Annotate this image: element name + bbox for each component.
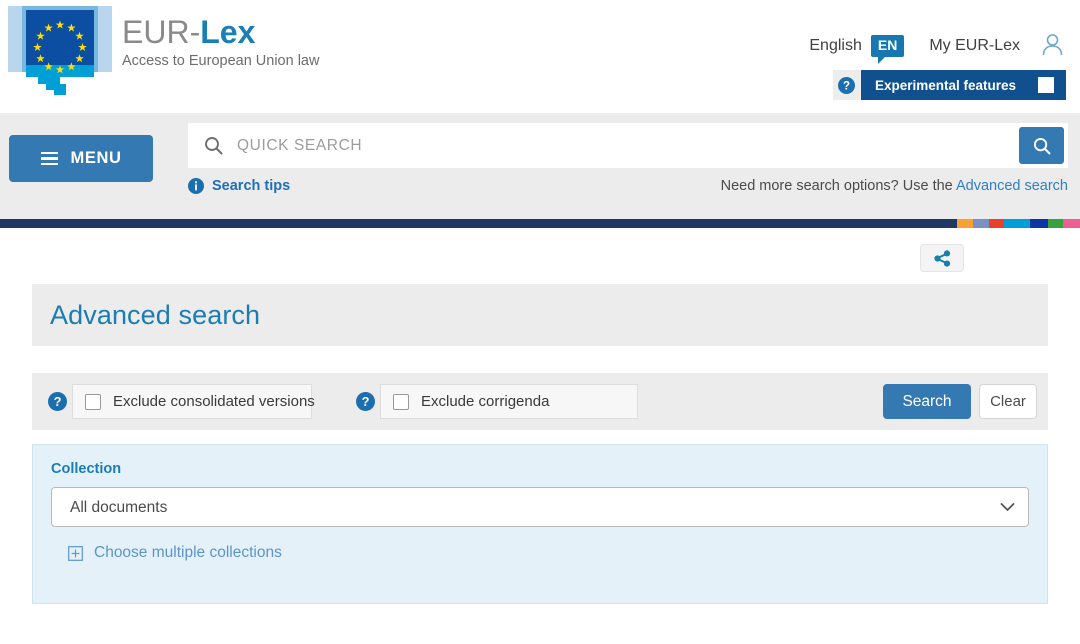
- menu-button[interactable]: MENU: [9, 135, 153, 182]
- stripe-segment-5: [1029, 219, 1049, 228]
- search-button[interactable]: Search: [883, 384, 971, 419]
- search-help-row: Search tips Need more search options? Us…: [188, 173, 1068, 199]
- eurlex-logo-link[interactable]: [8, 6, 112, 100]
- svg-text:?: ?: [361, 394, 369, 409]
- exclude-corrigenda-label: Exclude corrigenda: [421, 393, 550, 410]
- advanced-search-page: Advanced search ? Exclude consolidated v…: [0, 284, 1080, 604]
- exclude-corrigenda-help-button[interactable]: ?: [350, 384, 380, 419]
- svg-text:?: ?: [843, 80, 850, 92]
- svg-text:?: ?: [53, 394, 61, 409]
- question-mark-circle-icon: ?: [47, 392, 67, 411]
- search-strip: MENU Search tips Need more search option…: [0, 113, 1080, 219]
- page-title-bar: Advanced search: [32, 284, 1048, 346]
- choose-multiple-collections-row[interactable]: Choose multiple collections: [51, 544, 1029, 562]
- choose-multiple-collections-link[interactable]: Choose multiple collections: [94, 544, 282, 562]
- question-mark-circle-icon: ?: [838, 76, 856, 94]
- collection-select-wrap: All documents: [51, 487, 1029, 527]
- language-code-badge[interactable]: EN: [870, 34, 905, 64]
- magnifier-icon: [1033, 137, 1050, 154]
- exclude-consolidated-group: ? Exclude consolidated versions: [42, 384, 315, 419]
- experimental-help-button[interactable]: ?: [832, 70, 861, 100]
- brand-name-prefix: EUR-: [122, 14, 201, 50]
- stripe-segment-7: [1062, 219, 1080, 228]
- page-title: Advanced search: [50, 299, 261, 330]
- exclude-corrigenda-checkbox[interactable]: [393, 393, 409, 410]
- header-utility-nav: English EN My EUR-Lex: [809, 32, 1066, 64]
- page-toolbar: [0, 228, 1080, 284]
- stripe-segment-4: [1004, 219, 1030, 228]
- exclude-consolidated-checkbox[interactable]: [85, 393, 101, 410]
- magnifier-icon: [205, 137, 223, 155]
- experimental-features-toggle[interactable]: Experimental features: [860, 70, 1066, 100]
- advanced-search-link[interactable]: Advanced search: [956, 178, 1068, 194]
- exclude-consolidated-label: Exclude consolidated versions: [113, 393, 315, 410]
- stripe-segment-6: [1048, 219, 1063, 228]
- experimental-features-checkbox[interactable]: [1038, 77, 1054, 93]
- info-circle-icon: [188, 178, 204, 194]
- plus-square-icon: [68, 545, 83, 561]
- quick-search-box: [188, 123, 1068, 168]
- stripe-segment-3: [988, 219, 1005, 228]
- user-avatar-icon[interactable]: [1039, 32, 1066, 59]
- stripe-segment-1: [957, 219, 973, 228]
- filter-actions: Search Clear: [883, 384, 1037, 419]
- advanced-search-prompt: Need more search options? Use the Advanc…: [721, 178, 1068, 194]
- search-tips-link[interactable]: Search tips: [212, 178, 290, 194]
- brand-block: EUR-Lex Access to European Union law: [122, 14, 319, 70]
- share-button[interactable]: [920, 244, 964, 272]
- collection-select[interactable]: All documents: [51, 487, 1029, 527]
- collection-panel: Collection All documents Choose multiple…: [32, 444, 1048, 604]
- share-nodes-icon: [933, 249, 950, 267]
- exclude-consolidated-help-button[interactable]: ?: [42, 384, 72, 419]
- collection-legend: Collection: [51, 461, 122, 477]
- question-mark-circle-icon: ?: [355, 392, 375, 411]
- hamburger-icon: [40, 151, 58, 166]
- quick-search-submit-button[interactable]: [1019, 127, 1064, 164]
- exclude-corrigenda-field[interactable]: Exclude corrigenda: [380, 384, 638, 419]
- brand-name-suffix: Lex: [200, 14, 256, 50]
- exclude-consolidated-field[interactable]: Exclude consolidated versions: [72, 384, 315, 419]
- language-label[interactable]: English: [809, 37, 861, 55]
- stripe-segment-0: [0, 219, 957, 228]
- advanced-search-prompt-text: Need more search options? Use the: [720, 178, 956, 194]
- brand-title: EUR-Lex: [122, 14, 319, 50]
- exclude-corrigenda-group: ? Exclude corrigenda: [350, 384, 638, 419]
- color-stripe: [0, 219, 1080, 228]
- experimental-features-label: Experimental features: [874, 77, 1016, 93]
- stripe-segment-2: [972, 219, 989, 228]
- experimental-features-bar: ? Experimental features: [832, 70, 1066, 100]
- search-filter-bar: ? Exclude consolidated versions ? Exclud…: [32, 373, 1048, 430]
- my-eurlex-link[interactable]: My EUR-Lex: [929, 37, 1020, 55]
- menu-button-label: MENU: [70, 149, 122, 167]
- search-tips-group[interactable]: Search tips: [188, 178, 290, 194]
- site-header: EUR-Lex Access to European Union law Eng…: [0, 0, 1080, 113]
- brand-tagline: Access to European Union law: [122, 53, 320, 69]
- eu-flag-speech-bubble-icon: [8, 6, 112, 95]
- clear-button[interactable]: Clear: [979, 384, 1037, 419]
- quick-search-input[interactable]: [235, 123, 1019, 168]
